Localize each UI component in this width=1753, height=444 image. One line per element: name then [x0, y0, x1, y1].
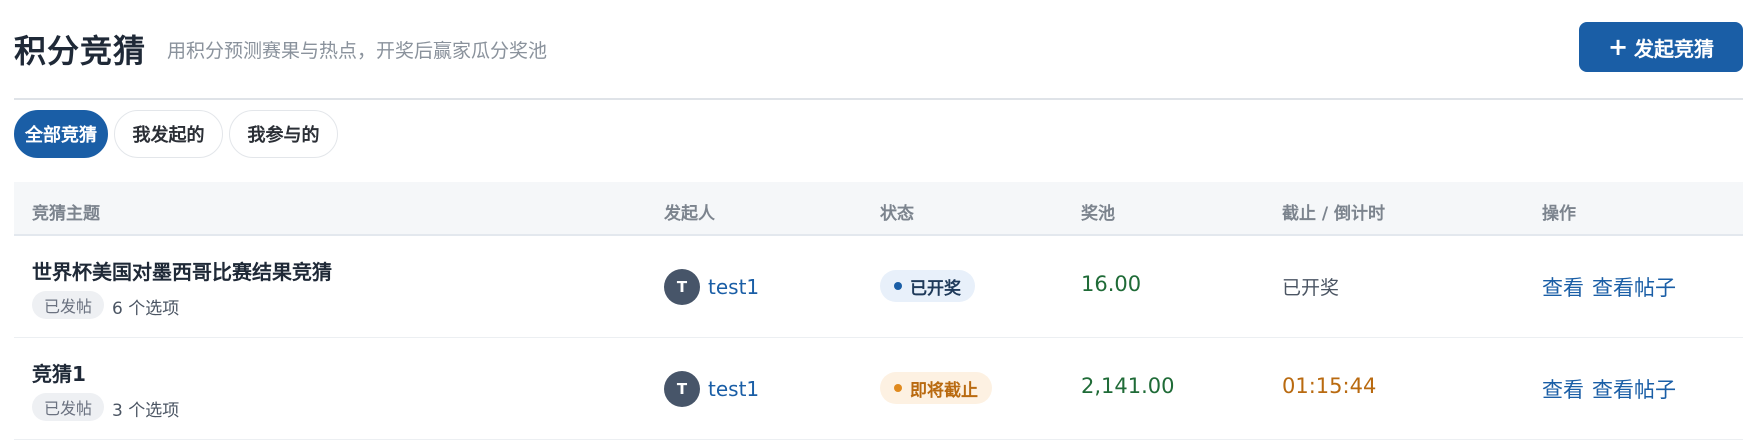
table-row: 世界杯美国对墨西哥比赛结果竞猜 已发帖 6 个选项 T test1 已开奖 16…	[14, 236, 1743, 338]
status-dot-icon	[894, 282, 902, 290]
page-subtitle: 用积分预测赛果与热点，开奖后赢家瓜分奖池	[167, 40, 548, 62]
column-header-creator: 发起人	[664, 204, 715, 224]
prize-pool: 2,141.00	[1081, 374, 1175, 398]
options-count: 3 个选项	[112, 401, 180, 421]
tab-my-created[interactable]: 我发起的	[114, 110, 223, 158]
prize-pool: 16.00	[1081, 272, 1142, 296]
creator-name-link[interactable]: test1	[708, 377, 759, 401]
filter-tabs: 全部竞猜 我发起的 我参与的	[14, 110, 344, 158]
create-quiz-button[interactable]: + 发起竞猜	[1579, 22, 1743, 72]
table-row: 竞猜1 已发帖 3 个选项 T test1 即将截止 2,141.00 01:1…	[14, 338, 1743, 440]
view-link[interactable]: 查看	[1542, 374, 1584, 404]
status-label: 即将截止	[910, 380, 978, 401]
options-count: 6 个选项	[112, 299, 180, 319]
status-badge: 已开奖	[880, 270, 975, 302]
view-link[interactable]: 查看	[1542, 272, 1584, 302]
quiz-table: 竞猜主题 发起人 状态 奖池 截止 / 倒计时 操作 世界杯美国对墨西哥比赛结果…	[14, 182, 1743, 440]
column-header-status: 状态	[880, 204, 914, 224]
table-header: 竞猜主题 发起人 状态 奖池 截止 / 倒计时 操作	[14, 182, 1743, 236]
view-post-link[interactable]: 查看帖子	[1592, 272, 1676, 302]
create-quiz-label: 发起竞猜	[1634, 36, 1715, 61]
post-badge: 已发帖	[32, 291, 105, 319]
post-badge: 已发帖	[32, 393, 105, 421]
creator: T test1	[664, 371, 759, 407]
quiz-title: 世界杯美国对墨西哥比赛结果竞猜	[32, 260, 332, 284]
header-divider	[14, 98, 1743, 100]
tab-all-quizzes[interactable]: 全部竞猜	[14, 110, 108, 158]
row-actions: 查看 查看帖子	[1542, 374, 1684, 404]
creator-name-link[interactable]: test1	[708, 275, 759, 299]
column-header-actions: 操作	[1542, 204, 1576, 224]
avatar: T	[664, 371, 700, 407]
status-badge: 即将截止	[880, 372, 992, 404]
plus-icon: +	[1607, 33, 1629, 61]
row-actions: 查看 查看帖子	[1542, 272, 1684, 302]
status-label: 已开奖	[910, 278, 961, 299]
quiz-title: 竞猜1	[32, 362, 86, 386]
column-header-pool: 奖池	[1081, 204, 1115, 224]
column-header-topic: 竞猜主题	[32, 204, 100, 224]
view-post-link[interactable]: 查看帖子	[1592, 374, 1676, 404]
status-dot-icon	[894, 384, 902, 392]
creator: T test1	[664, 269, 759, 305]
column-header-deadline: 截止 / 倒计时	[1282, 204, 1386, 224]
deadline: 已开奖	[1282, 277, 1340, 299]
page-title: 积分竞猜	[14, 32, 147, 70]
avatar: T	[664, 269, 700, 305]
tab-my-joined[interactable]: 我参与的	[229, 110, 338, 158]
countdown-timer: 01:15:44	[1282, 374, 1377, 398]
page-header: 积分竞猜 用积分预测赛果与热点，开奖后赢家瓜分奖池 + 发起竞猜	[14, 22, 1743, 72]
